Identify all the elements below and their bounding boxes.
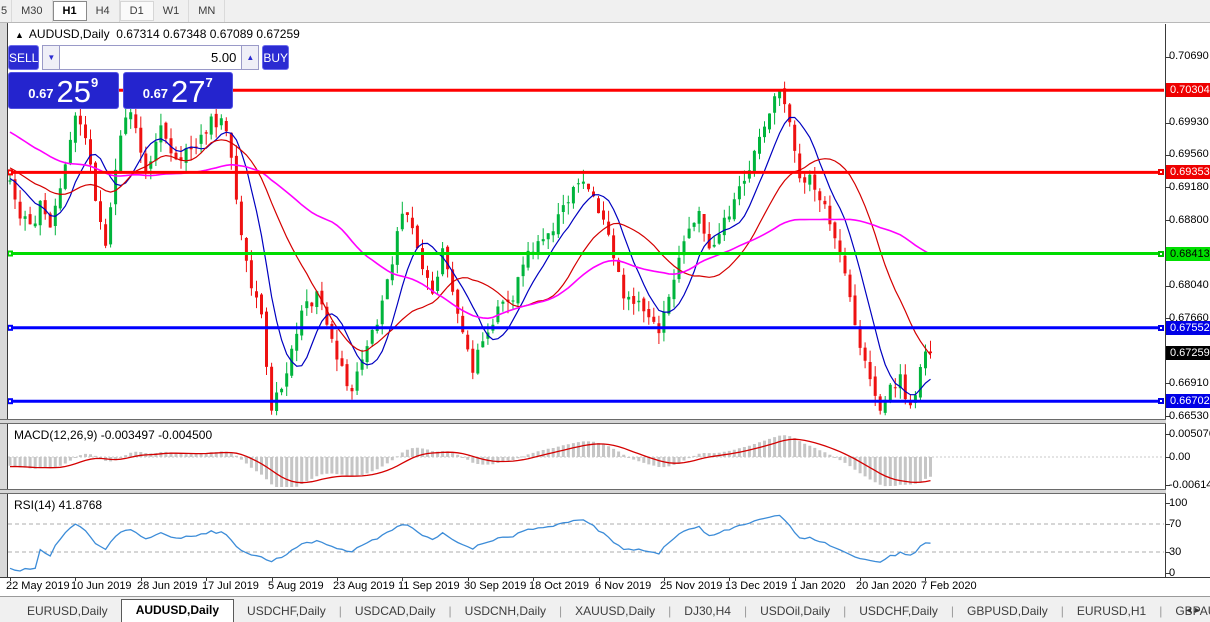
chart-ohlc-values: 0.67314 0.67348 0.67089 0.67259 (116, 27, 300, 41)
sell-button[interactable]: SELL (8, 45, 40, 70)
price-tick-label: 0.69180 (1169, 181, 1209, 193)
volume-input[interactable] (60, 45, 242, 70)
timeframe-button-m30[interactable]: M30 (12, 0, 53, 22)
volume-stepper: ▼ ▲ (42, 45, 260, 70)
volume-increase-button[interactable]: ▲ (241, 45, 260, 70)
macd-label: MACD(12,26,9) -0.003497 -0.004500 (14, 428, 213, 442)
chart-title: ▲ AUDUSD,Daily 0.67314 0.67348 0.67089 0.… (15, 27, 300, 41)
price-level-label: 0.69353 (1166, 165, 1210, 179)
tab-eurusd-h1[interactable]: EURUSD,H1 (1064, 601, 1159, 622)
line-axis-marker (1158, 251, 1164, 257)
candles-up (8, 89, 927, 413)
tab-usdchf-daily[interactable]: USDCHF,Daily (234, 601, 339, 622)
price-level-label: 0.70304 (1166, 83, 1210, 97)
chart-symbol-label: AUDUSD,Daily (28, 27, 110, 41)
price-level-label: 0.67552 (1166, 321, 1210, 335)
sell-price-prefix: 0.67 (28, 86, 54, 101)
mt4-window: 5 M30 H1 H4 D1 W1 MN ▲ AUDUSD,Daily 0.67314 0.6… (0, 0, 1210, 622)
date-label: 1 Jan 2020 (791, 580, 846, 592)
tab-dj30-h4[interactable]: DJ30,H4 (671, 601, 744, 622)
macd-tick-label: 0.00 (1169, 451, 1191, 463)
macd-tick-label: -0.006148 (1169, 479, 1210, 491)
line-axis-marker (1158, 398, 1164, 404)
timeframe-button-mn[interactable]: MN (189, 0, 226, 22)
timeframe-button-w1[interactable]: W1 (154, 0, 190, 22)
date-label: 23 Aug 2019 (333, 580, 395, 592)
candles-down (13, 88, 932, 411)
timeframe-button-h1[interactable]: H1 (52, 1, 87, 21)
buy-price-big: 27 (171, 74, 206, 109)
rsi-tick-label: 30 (1169, 546, 1182, 558)
sell-price-quote[interactable]: 0.67 25 9 (8, 72, 119, 109)
price-tick-label: 0.69560 (1169, 148, 1209, 160)
price-tick-label: 0.68800 (1169, 214, 1209, 226)
date-label: 10 Jun 2019 (71, 580, 132, 592)
date-label: 22 May 2019 (6, 580, 70, 592)
date-label: 5 Aug 2019 (268, 580, 324, 592)
tab-eurusd-daily[interactable]: EURUSD,Daily (14, 601, 121, 622)
macd-signal-line (9, 438, 931, 484)
price-tick-label: 0.68040 (1169, 279, 1209, 291)
buy-price-prefix: 0.67 (142, 86, 169, 101)
date-label: 20 Jan 2020 (856, 580, 917, 592)
price-tick-label: 0.69930 (1169, 116, 1209, 128)
rsi-tick-label: 100 (1169, 497, 1188, 509)
ma-8 (9, 116, 931, 396)
tab-scroll-left-icon[interactable]: ◂ (1186, 605, 1195, 616)
volume-decrease-button[interactable]: ▼ (42, 45, 61, 70)
rsi-tick-label: 70 (1169, 518, 1182, 530)
line-axis-marker (1158, 325, 1164, 331)
date-label: 17 Jul 2019 (202, 580, 259, 592)
date-label: 11 Sep 2019 (398, 580, 460, 592)
tab-scroll-arrows[interactable]: ◂▸ (1186, 605, 1204, 616)
timeframe-toolbar: 5 M30 H1 H4 D1 W1 MN (0, 0, 1210, 23)
date-label: 7 Feb 2020 (921, 580, 977, 592)
date-label: 25 Nov 2019 (660, 580, 723, 592)
date-label: 13 Dec 2019 (725, 580, 788, 592)
buy-price-sup: 7 (205, 75, 213, 90)
date-label: 18 Oct 2019 (529, 580, 589, 592)
price-axis-column (1166, 24, 1210, 577)
rsi-label: RSI(14) 41.8768 (14, 498, 103, 512)
tab-scroll-right-icon[interactable]: ▸ (1195, 605, 1204, 616)
chart-tab-bar: EURUSD,Daily AUDUSD,Daily USDCHF,Daily | USD… (0, 597, 1210, 622)
macd-histogram (8, 435, 932, 487)
timeframe-button-d1[interactable]: D1 (119, 1, 154, 21)
date-label: 30 Sep 2019 (464, 580, 527, 592)
tab-xauusd-daily[interactable]: XAUUSD,Daily (562, 601, 668, 622)
timeframe-button-h4[interactable]: H4 (87, 0, 120, 22)
buy-price-quote[interactable]: 0.67 27 7 (122, 72, 233, 109)
one-click-trading-panel: SELL ▼ ▲ BUY 0.67259 0.67277 (8, 45, 290, 109)
timeframe-button-5[interactable]: 5 (0, 0, 13, 22)
date-label: 6 Nov 2019 (595, 580, 652, 592)
price-tick-label: 0.70690 (1169, 50, 1209, 62)
price-level-label: 0.68413 (1166, 247, 1210, 261)
date-label: 28 Jun 2019 (137, 580, 198, 592)
rsi-tick-label: 0 (1169, 567, 1176, 579)
tab-usdcad-daily[interactable]: USDCAD,Daily (342, 601, 449, 622)
line-axis-marker (1158, 169, 1164, 175)
price-tick-label: 0.66910 (1169, 377, 1209, 389)
macd-tick-label: 0.005076 (1169, 428, 1210, 440)
price-level-label: 0.67259 (1166, 346, 1210, 360)
price-level-label: 0.66702 (1166, 394, 1210, 408)
price-tick-label: 0.66530 (1169, 410, 1209, 422)
sell-price-big: 25 (56, 74, 92, 109)
sell-price-sup: 9 (91, 75, 99, 90)
rsi-indicator-pane[interactable] (8, 494, 1165, 577)
date-axis: 22 May 2019 10 Jun 2019 28 Jun 2019 17 Jul … (0, 577, 1210, 596)
buy-button[interactable]: BUY (262, 45, 290, 70)
tab-usdcnh-daily[interactable]: USDCNH,Daily (452, 601, 559, 622)
tab-usdoil-daily[interactable]: USDOil,Daily (747, 601, 843, 622)
tab-usdchf-daily[interactable]: USDCHF,Daily (846, 601, 951, 622)
ma-45 (9, 131, 931, 320)
tab-audusd-daily[interactable]: AUDUSD,Daily (120, 599, 235, 622)
collapse-arrow-icon[interactable]: ▲ (15, 30, 24, 40)
tab-gbpusd-daily[interactable]: GBPUSD,Daily (954, 601, 1061, 622)
